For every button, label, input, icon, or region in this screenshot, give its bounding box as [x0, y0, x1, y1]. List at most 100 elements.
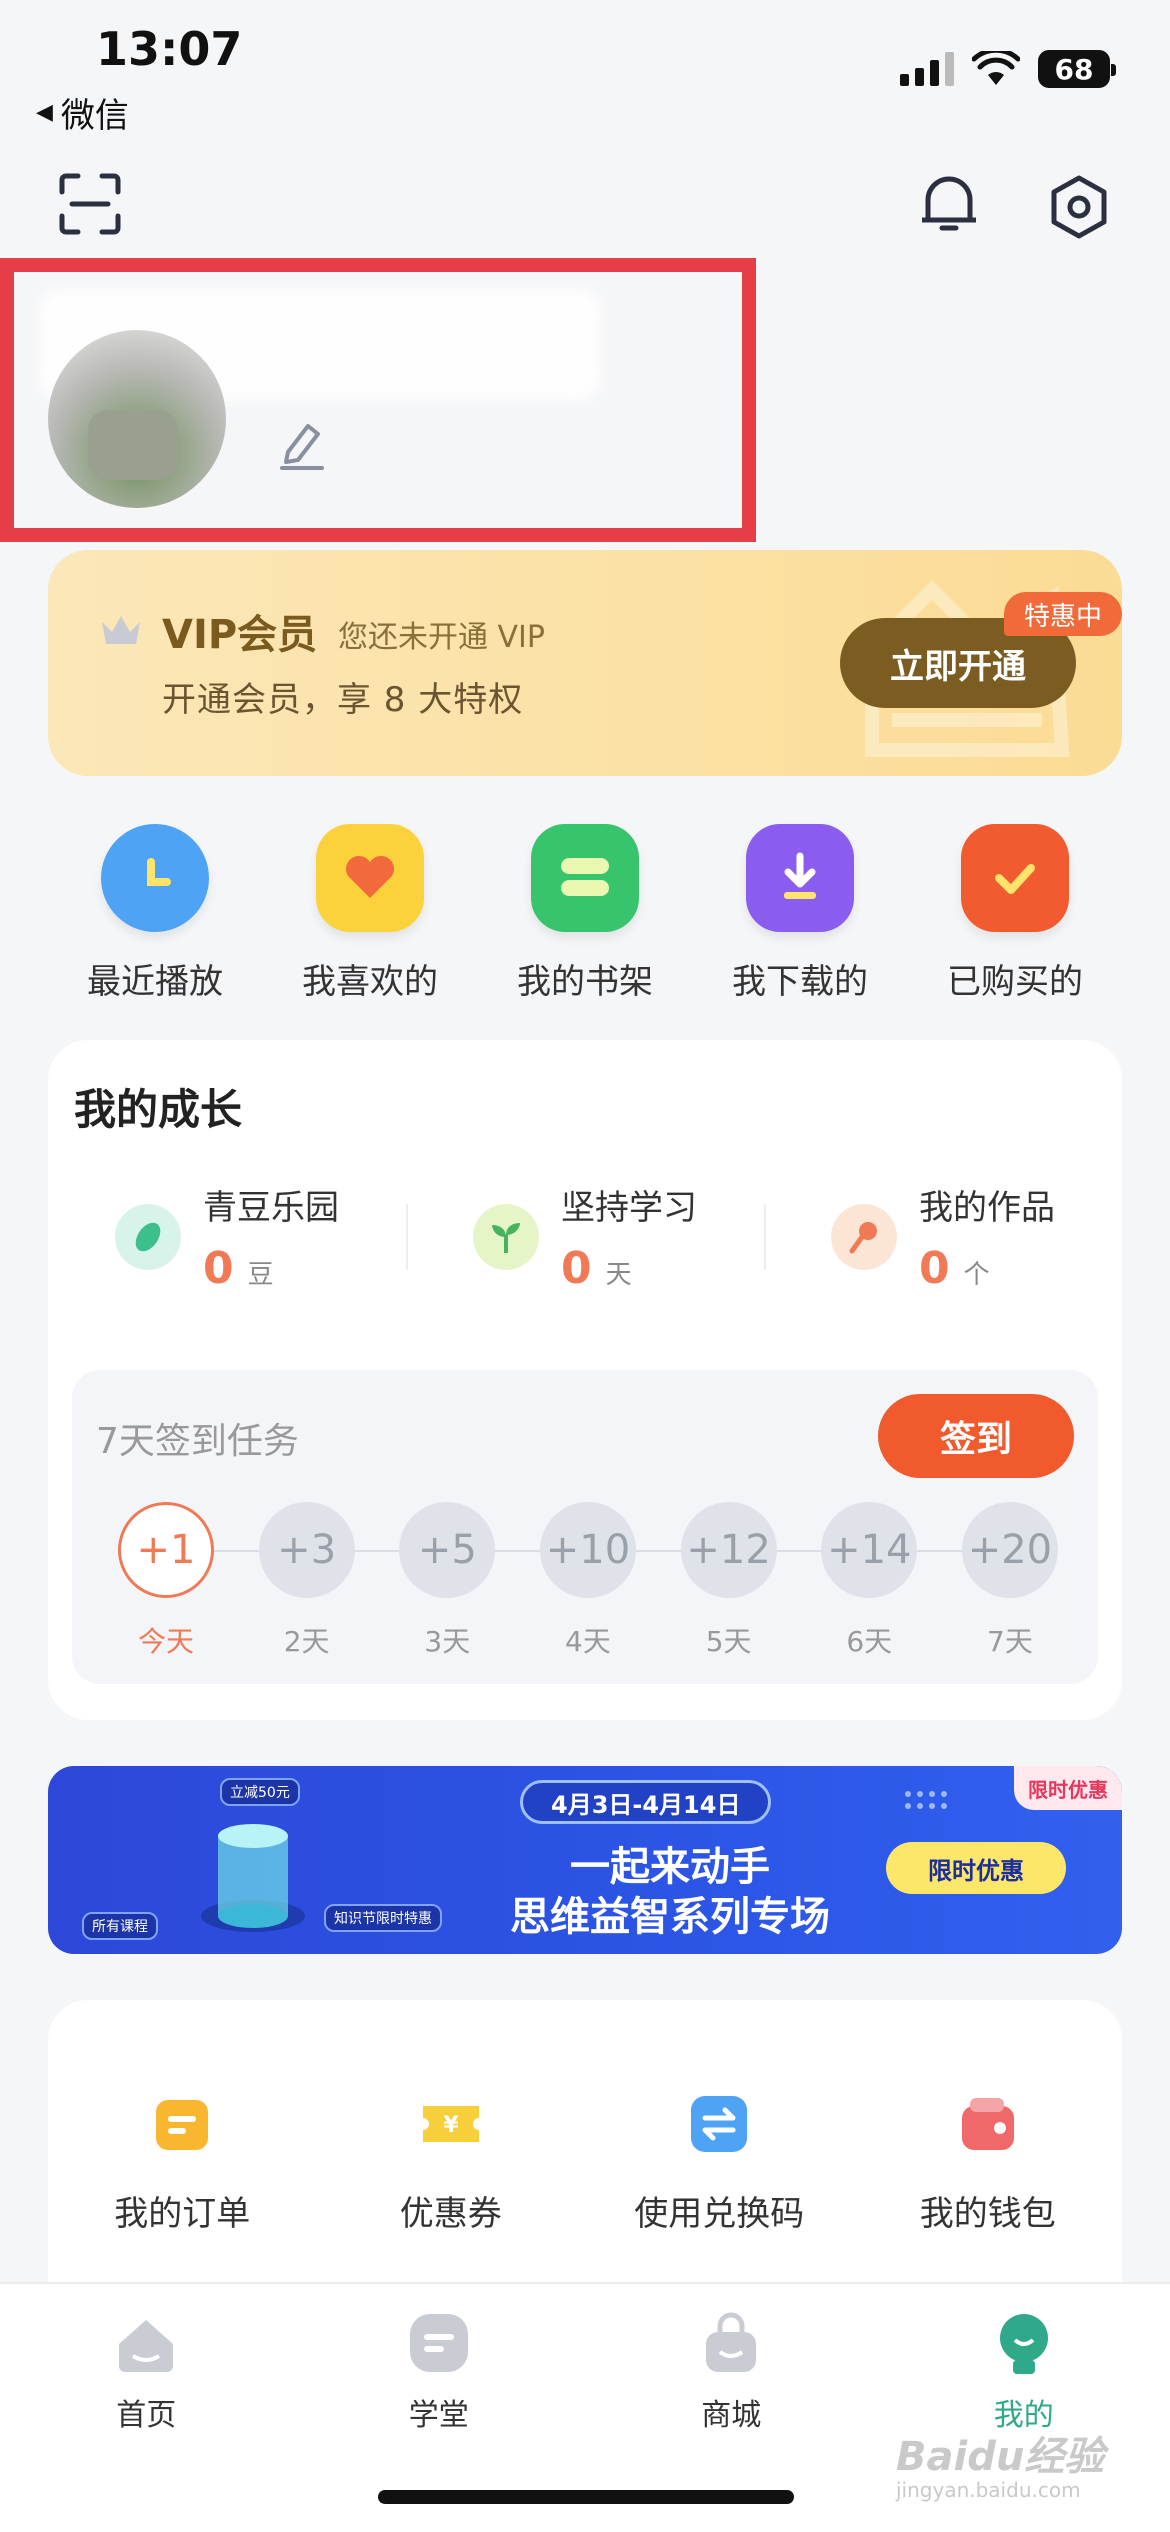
bookshelf-item[interactable]: 我的书架: [478, 824, 692, 1003]
checkin-day-label: 5天: [705, 1625, 752, 1658]
bookshelf-icon: [531, 824, 639, 932]
service-label: 使用兑换码: [634, 2194, 805, 2234]
vip-description: 开通会员，享 8 大特权: [162, 680, 524, 720]
checkin-day-label: 6天: [846, 1625, 893, 1658]
stat-unit: 豆: [247, 1260, 274, 1290]
stat-bean-park[interactable]: 青豆乐园 0豆: [48, 1180, 406, 1294]
stat-unit: 个: [963, 1260, 990, 1290]
tab-label: 商城: [701, 2398, 762, 2433]
checkin-button[interactable]: 签到: [878, 1394, 1074, 1478]
growth-stats: 青豆乐园 0豆 坚持学习 0天 我的作品 0个: [48, 1180, 1122, 1294]
tab-home[interactable]: 首页: [46, 2310, 246, 2532]
checkin-day-label: 3天: [424, 1625, 471, 1658]
exchange-icon: [691, 2096, 748, 2152]
tab-label: 学堂: [408, 2398, 469, 2433]
wallet-icon: [961, 2098, 1014, 2150]
cellular-signal-icon: [900, 52, 954, 86]
coupon-icon: ¥: [422, 2106, 479, 2142]
bean-icon: [115, 1204, 181, 1270]
checkin-points: +3: [258, 1502, 355, 1598]
wifi-icon: [972, 51, 1020, 85]
promo-corner-badge: 限时优惠: [1014, 1766, 1122, 1810]
checkin-day: +10 4天: [539, 1502, 636, 1660]
back-to-wechat[interactable]: ◀ 微信: [36, 88, 129, 137]
checkin-day: +5 3天: [399, 1502, 496, 1660]
checkin-points: +1: [118, 1502, 214, 1598]
bell-icon[interactable]: [918, 170, 980, 238]
checkin-points: +10: [539, 1502, 636, 1598]
service-label: 我的订单: [114, 2194, 251, 2234]
svg-text:¥: ¥: [443, 2113, 459, 2138]
battery-icon: 68: [1038, 50, 1116, 88]
quick-action-label: 我下载的: [732, 962, 868, 1002]
purchased-icon: [961, 824, 1069, 932]
services-card: 我的订单 ¥ 优惠券 使用兑换码 我的钱包: [48, 2000, 1122, 2300]
sprout-icon: [473, 1204, 539, 1270]
dots-decoration-icon: [905, 1791, 947, 1809]
stat-name: 青豆乐园: [203, 1188, 339, 1228]
stat-value: 0: [919, 1243, 950, 1294]
recent-play-item[interactable]: 最近播放: [48, 824, 262, 1003]
back-label: 微信: [60, 96, 129, 136]
scan-icon[interactable]: [58, 172, 122, 236]
heart-icon: [316, 824, 424, 932]
my-orders-item[interactable]: 我的订单: [72, 2092, 292, 2300]
vip-title: VIP会员: [162, 612, 318, 658]
shop-tab-icon: [706, 2312, 757, 2372]
favorites-item[interactable]: 我喜欢的: [263, 824, 477, 1003]
checkin-day: +20 7天: [961, 1502, 1058, 1660]
service-label: 优惠券: [399, 2194, 502, 2234]
watermark-brand: Baidu经验: [896, 2434, 1105, 2480]
promo-banner[interactable]: 立减50元 所有课程 知识节限时特惠 4月3日-4月14日 一起来动手 思维益智…: [48, 1766, 1122, 1954]
home-indicator[interactable]: [378, 2490, 794, 2504]
checkin-title: 7天签到任务: [96, 1421, 299, 1462]
promo-courses-tag: 所有课程: [82, 1912, 158, 1940]
clock-icon: [101, 824, 209, 932]
checkin-points: +5: [399, 1502, 496, 1598]
settings-icon[interactable]: [1046, 174, 1112, 240]
stat-name: 我的作品: [919, 1188, 1055, 1228]
checkin-panel: 7天签到任务 签到 +1 今天 +3 2天 +5 3天 +10 4天 +12 5天 +14…: [72, 1370, 1098, 1684]
stat-study-streak[interactable]: 坚持学习 0天: [406, 1180, 764, 1294]
checkin-points: +12: [680, 1502, 777, 1598]
stat-unit: 天: [605, 1260, 632, 1290]
microphone-icon: [831, 1204, 897, 1270]
quick-action-label: 我的书架: [517, 962, 653, 1002]
baidu-watermark: Baidu经验 jingyan.baidu.com: [896, 2424, 1104, 2502]
vip-crown-icon: [102, 616, 140, 644]
promo-festival-tag: 知识节限时特惠: [324, 1904, 442, 1932]
service-label: 我的钱包: [919, 2194, 1056, 2234]
growth-card: 我的成长 青豆乐园 0豆 坚持学习 0天 我的作品 0 个 7天签到任务 签到 …: [48, 1040, 1122, 1720]
stat-value: 0: [561, 1243, 592, 1294]
order-icon: [156, 2100, 209, 2150]
purchased-item[interactable]: 已购买的: [908, 824, 1122, 1003]
checkin-day-label: 2天: [283, 1625, 330, 1658]
checkin-day: +14 6天: [821, 1502, 918, 1660]
checkin-points: +20: [961, 1502, 1058, 1598]
promo-date-range: 4月3日-4月14日: [520, 1780, 772, 1824]
back-arrow-icon: ◀: [36, 100, 53, 125]
stat-name: 坚持学习: [561, 1188, 697, 1228]
me-tab-icon: [999, 2314, 1048, 2374]
promo-headline-2: 思维益智系列专场: [510, 1894, 830, 1940]
watermark-url: jingyan.baidu.com: [896, 2478, 1081, 2502]
wallet-item[interactable]: 我的钱包: [878, 2092, 1098, 2300]
quick-actions: 最近播放 我喜欢的 我的书架 我下载的 已购买的: [48, 824, 1122, 1003]
checkin-points: +14: [821, 1502, 918, 1598]
stat-my-works[interactable]: 我的作品 0个: [764, 1180, 1122, 1294]
vip-status: 您还未开通 VIP: [338, 620, 545, 655]
promo-offer-button[interactable]: 限时优惠: [886, 1842, 1066, 1894]
status-indicators: 68: [900, 50, 1116, 88]
download-icon: [746, 824, 854, 932]
redeem-code-item[interactable]: 使用兑换码: [609, 2092, 829, 2300]
checkin-day-label: 4天: [565, 1625, 611, 1658]
cube-cylinder-illustration-icon: [201, 1824, 305, 1932]
coupons-item[interactable]: ¥ 优惠券: [341, 2092, 561, 2300]
stat-value: 0: [203, 1243, 234, 1294]
quick-action-label: 已购买的: [947, 962, 1083, 1002]
status-time: 13:07: [96, 22, 243, 76]
vip-banner[interactable]: VIP会员 您还未开通 VIP 开通会员，享 8 大特权 立即开通 特惠中: [48, 550, 1122, 776]
promo-discount-tag: 立减50元: [220, 1778, 300, 1806]
downloads-item[interactable]: 我下载的: [693, 824, 907, 1003]
quick-action-label: 我喜欢的: [302, 962, 438, 1002]
